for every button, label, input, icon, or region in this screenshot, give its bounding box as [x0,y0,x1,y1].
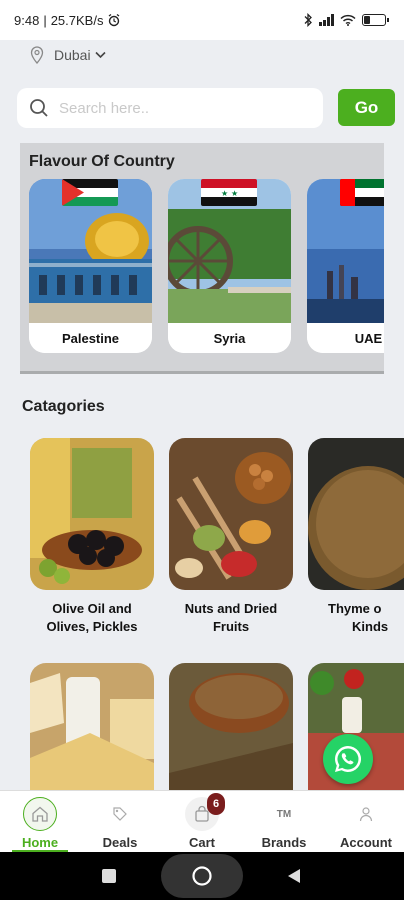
category-label-line: Thyme o [328,601,382,616]
category-label-line: Olive Oil and [52,601,132,616]
trademark-glyph: TM [276,808,292,820]
category-card-nuts[interactable] [169,438,293,590]
nav-home[interactable]: Home [0,791,80,853]
status-speed: 25.7KB/s [50,12,104,28]
whatsapp-icon [335,746,362,772]
svg-text:★: ★ [221,189,228,198]
status-bar: 9:48 | 25.7KB/s [0,0,404,40]
location-pin-icon [30,46,44,64]
category-label-line: Fruits [212,619,250,634]
wifi-icon [340,14,356,26]
olive-oil-image [30,438,154,590]
category-label-line: Kinds [352,619,389,634]
status-right [303,13,389,27]
nav-deals[interactable]: Deals [80,791,160,853]
nuts-image [169,438,293,590]
spices-image [169,663,293,790]
nav-label: Account [340,835,392,850]
status-left: 9:48 | 25.7KB/s [14,13,121,28]
category-card-dairy[interactable] [30,663,154,790]
category-label: Nuts and Dried Fruits [169,600,293,636]
search-box [17,88,323,128]
country-label: Syria [168,323,291,353]
go-button[interactable]: Go [338,89,395,126]
country-card-uae[interactable]: UAE [307,179,384,353]
category-label: Thyme o Kinds [308,600,404,636]
trademark-icon: TM [267,797,301,831]
location-selector[interactable]: Dubai [30,46,106,64]
nav-cart[interactable]: 6 Cart [162,791,242,853]
chevron-down-icon [95,51,106,59]
uae-flag-icon [340,179,384,206]
nav-label: Brands [261,835,307,850]
categories-title: Catagories [22,398,105,415]
nav-label: Home [21,835,59,850]
location-city: Dubai [54,47,91,63]
category-card-spices[interactable] [169,663,293,790]
bottom-nav: Home Deals 6 Cart TM Brands Account [0,790,404,853]
recents-button[interactable] [102,869,116,883]
palestine-flag-icon [62,179,118,206]
status-time: 9:48 [14,12,40,28]
tag-icon [103,797,137,831]
user-icon [349,797,383,831]
nav-label: Cart [188,835,215,850]
battery-icon [362,14,389,26]
thyme-image [308,438,404,590]
status-separator: | [43,12,47,28]
country-card-syria[interactable]: ★ ★ Syria [168,179,291,353]
category-card-olive-oil[interactable] [30,438,154,590]
whatsapp-button[interactable] [323,734,373,784]
category-label-line: Olives, Pickles [46,619,138,634]
back-button[interactable] [287,868,301,884]
nav-label: Deals [102,835,138,850]
flavour-title: Flavour Of Country [29,153,175,170]
category-label-line: Nuts and Dried [184,601,278,616]
search-icon [30,99,48,117]
country-label: UAE [307,323,384,353]
country-card-palestine[interactable]: Palestine [29,179,152,353]
home-icon [23,797,57,831]
home-circle-icon [192,866,212,886]
category-label: Olive Oil and Olives, Pickles [30,600,154,636]
dairy-image [30,663,154,790]
nav-account[interactable]: Account [326,791,404,853]
nav-brands[interactable]: TM Brands [244,791,324,853]
system-nav-bar [0,852,404,900]
cart-badge: 6 [207,793,225,815]
system-home-button[interactable] [161,854,243,898]
alarm-icon [109,13,120,27]
flavour-of-country-panel: Flavour Of Country Palestine ★ ★ Syria U… [20,143,384,374]
category-card-thyme[interactable] [308,438,404,590]
svg-text:★: ★ [231,189,238,198]
signal-icon [319,14,334,26]
bluetooth-icon [304,13,312,27]
syria-flag-icon: ★ ★ [201,179,257,206]
search-input[interactable] [59,99,289,117]
country-label: Palestine [29,323,152,353]
